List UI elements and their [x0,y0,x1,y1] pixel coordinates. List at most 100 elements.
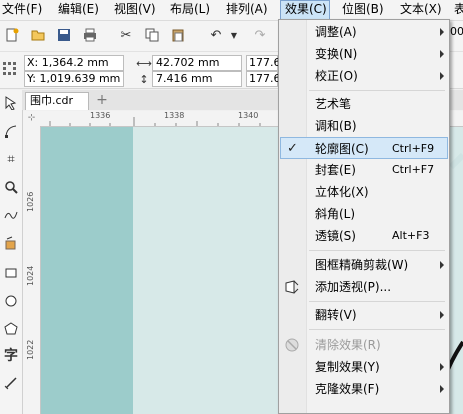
ellipse-tool-icon[interactable] [3,294,19,310]
clear-effect-icon [285,338,299,352]
x-position-field[interactable]: X: 1,364.2 mm [27,56,109,70]
ruler-label-1336: 1336 [90,111,111,120]
scale-y-field[interactable]: 177.6 [249,72,281,86]
ruler-label-1338: 1338 [164,111,185,120]
open-folder-icon[interactable] [30,27,46,43]
menu-effects[interactable]: 效果(C) [280,0,330,20]
menu-item-label: 翻转(V) [315,308,357,322]
add-tab-icon[interactable]: + [94,92,110,108]
paste-icon[interactable] [170,27,186,43]
menu-separator [309,250,445,251]
ruler-origin-icon[interactable]: ⊹ [23,111,41,127]
new-document-icon[interactable] [4,27,20,43]
menu-item-clear-effect[interactable]: 清除效果(R) [280,334,448,356]
menu-item-label: 调整(A) [315,25,357,39]
menu-item-label: 校正(O) [315,69,358,83]
menu-layout[interactable]: 布局(L) [170,0,210,20]
menu-item-powerclip[interactable]: 图框精确剪裁(W) [280,254,448,276]
freehand-tool-icon[interactable] [3,208,19,224]
zoom-level-field[interactable]: 00% [450,25,463,38]
submenu-arrow-icon [440,261,444,269]
menu-item-shortcut: Alt+F3 [392,229,430,242]
menu-bitmap[interactable]: 位图(B) [342,0,384,20]
toolbox: ⌗ 字 [0,90,23,414]
menu-item-adjust[interactable]: 调整(A) [280,21,448,43]
menu-text[interactable]: 文本(X) [400,0,442,20]
crop-tool-icon[interactable]: ⌗ [3,152,19,168]
menu-file[interactable]: 文件(F) [2,0,42,20]
shape-tool-icon[interactable] [3,124,19,140]
menu-item-artistic-media[interactable]: 艺术笔 [280,93,448,115]
menu-bar: 文件(F) 编辑(E) 视图(V) 布局(L) 排列(A) 效果(C) 位图(B… [0,0,463,21]
menu-item-label: 轮廓图(C) [315,142,369,156]
menu-item-envelope[interactable]: 封套(E) Ctrl+F7 [280,159,448,181]
smart-fill-icon[interactable] [3,236,19,252]
submenu-arrow-icon [440,72,444,80]
dimension-tool-icon[interactable] [3,376,19,392]
submenu-arrow-icon [440,28,444,36]
cut-icon[interactable]: ✂ [118,27,134,43]
menu-item-extrude[interactable]: 立体化(X) [280,181,448,203]
ruler-label-1024: 1024 [26,265,35,286]
perspective-icon [285,280,299,294]
check-icon: ✓ [287,141,298,156]
menu-item-copy-effect[interactable]: 复制效果(Y) [280,356,448,378]
menu-separator [309,301,445,302]
menu-item-correction[interactable]: 校正(O) [280,65,448,87]
copy-icon[interactable] [144,27,160,43]
width-icon: ⟷ [136,56,152,70]
ruler-label-1026: 1026 [26,191,35,212]
submenu-arrow-icon [440,311,444,319]
save-icon[interactable] [56,27,72,43]
menu-item-label: 图框精确剪裁(W) [315,258,409,272]
undo-dropdown-icon[interactable]: ▼ [226,27,242,43]
menu-item-label: 调和(B) [315,119,357,133]
height-field[interactable]: 7.416 mm [156,72,212,86]
menu-arrange[interactable]: 排列(A) [226,0,268,20]
menu-item-bevel[interactable]: 斜角(L) [280,203,448,225]
undo-icon[interactable]: ↶ [208,27,224,43]
vertical-ruler[interactable]: 1026 1024 1022 [23,126,41,414]
menu-table[interactable]: 表 [454,0,463,20]
menu-item-label: 艺术笔 [315,97,352,111]
rectangle-tool-icon[interactable] [3,266,19,282]
submenu-arrow-icon [440,363,444,371]
menu-item-label: 斜角(L) [315,207,356,221]
height-icon: ↕ [139,72,149,86]
polygon-tool-icon[interactable] [3,322,19,338]
menu-item-transform[interactable]: 变换(N) [280,43,448,65]
menu-item-clone-effect[interactable]: 克隆效果(F) [280,378,448,400]
pick-tool-icon[interactable] [3,96,19,112]
y-position-field[interactable]: Y: 1,019.639 mm [27,72,120,86]
object-position-icon [2,61,18,77]
menu-edit[interactable]: 编辑(E) [58,0,99,20]
width-field[interactable]: 42.702 mm [156,56,219,70]
menu-item-label: 变换(N) [315,47,358,61]
text-tool-icon[interactable]: 字 [3,348,19,364]
redo-icon[interactable]: ↷ [252,27,268,43]
effects-dropdown-menu: 调整(A) 变换(N) 校正(O) 艺术笔 调和(B) ✓ 轮廓图(C) Ctr… [278,19,450,414]
menu-item-label: 透镜(S) [315,229,356,243]
menu-separator [309,329,445,330]
menu-item-flip[interactable]: 翻转(V) [280,304,448,326]
menu-item-shortcut: Ctrl+F9 [392,142,435,155]
scale-x-field[interactable]: 177.6 [249,56,281,70]
menu-item-label: 封套(E) [315,163,356,177]
menu-item-label: 清除效果(R) [315,338,381,352]
menu-item-label: 立体化(X) [315,185,369,199]
menu-item-lens[interactable]: 透镜(S) Alt+F3 [280,225,448,247]
print-icon[interactable] [82,27,98,43]
tab-document[interactable]: 围巾.cdr [25,92,89,110]
menu-item-label: 添加透视(P)... [315,280,392,294]
submenu-arrow-icon [440,50,444,58]
menu-view[interactable]: 视图(V) [114,0,156,20]
ruler-label-1340: 1340 [238,111,259,120]
menu-item-add-perspective[interactable]: 添加透视(P)... [280,276,448,298]
menu-item-blend[interactable]: 调和(B) [280,115,448,137]
menu-item-contour[interactable]: ✓ 轮廓图(C) Ctrl+F9 [280,137,448,159]
submenu-arrow-icon [440,385,444,393]
menu-separator [309,90,445,91]
menu-item-shortcut: Ctrl+F7 [392,163,435,176]
zoom-tool-icon[interactable] [3,180,19,196]
menu-item-label: 克隆效果(F) [315,382,380,396]
